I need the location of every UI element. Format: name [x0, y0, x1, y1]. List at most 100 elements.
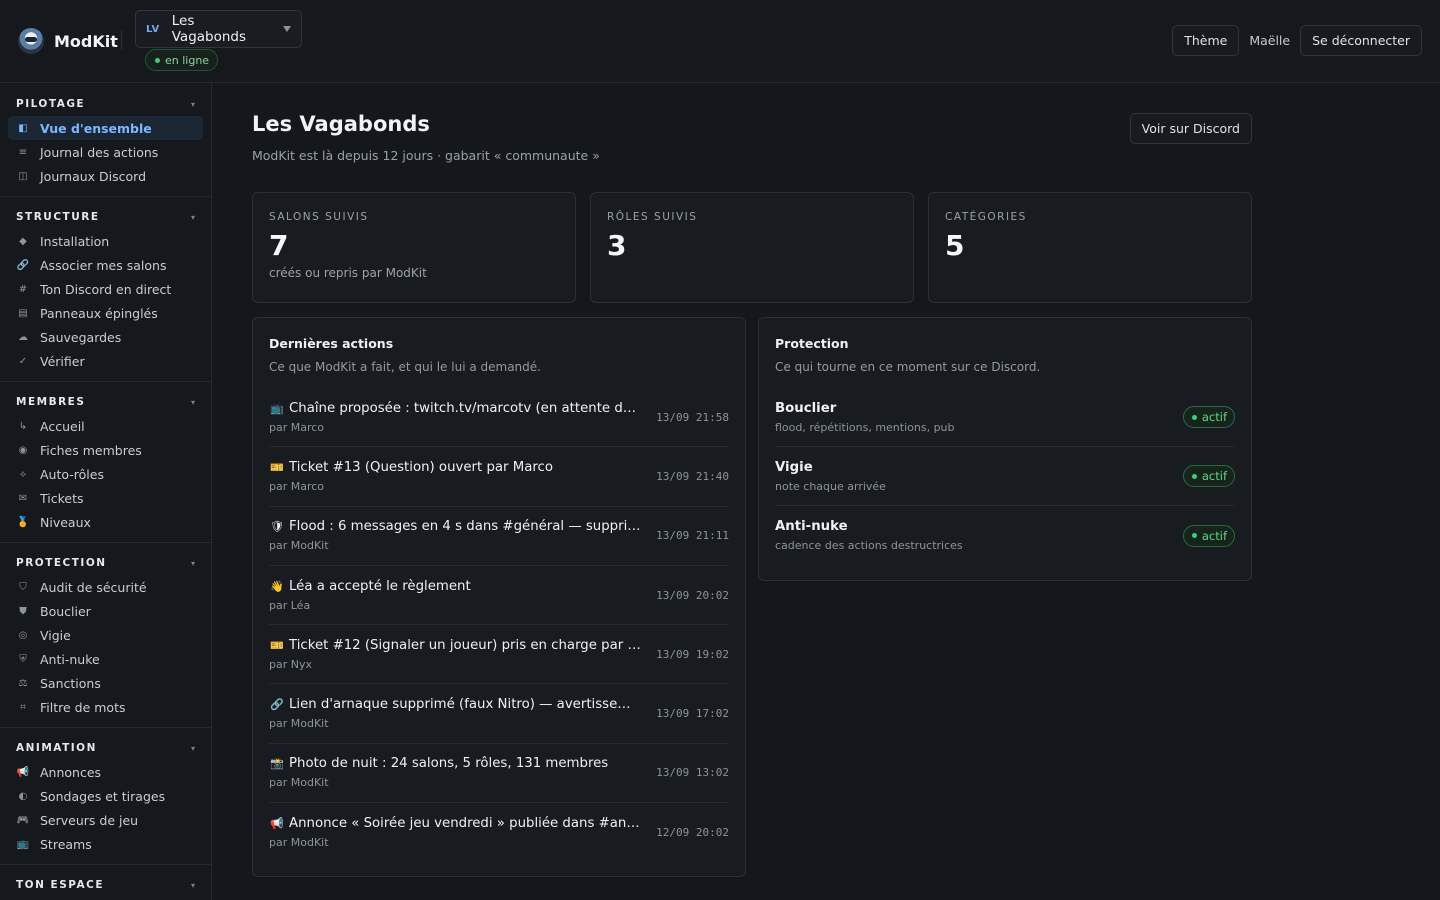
sidebar-item-anti-nuke[interactable]: ⛨ Anti-nuke	[8, 647, 203, 671]
action-type-icon: 📸	[270, 757, 284, 771]
action-body: 🛡 Flood : 6 messages en 4 s dans #général…	[269, 519, 656, 552]
action-timestamp: 13/09 17:02	[656, 707, 729, 721]
chevron-down-icon: ▾	[190, 743, 195, 753]
action-row[interactable]: 🎫 Ticket #13 (Question) ouvert par Marco p…	[269, 447, 729, 507]
action-text: 🎫 Ticket #12 (Signaler un joueur) pris en…	[269, 638, 641, 653]
sidebar-item-journaux-discord[interactable]: ◫ Journaux Discord	[8, 164, 203, 188]
protection-row-vigie[interactable]: Vigie note chaque arrivée actif	[775, 447, 1235, 506]
action-author: par Léa	[269, 598, 311, 612]
sidebar-section-header[interactable]: PROTECTION ▾	[8, 551, 203, 575]
top-actions: Thème Maëlle Se déconnecter	[1172, 25, 1422, 56]
action-body: 🔗 Lien d'arnaque supprimé (faux Nitro) — …	[269, 697, 656, 730]
sidebar-item-filtre-de-mots[interactable]: ⌗ Filtre de mots	[8, 695, 203, 719]
sidebar-item-fiches-membres[interactable]: ◉ Fiches membres	[8, 438, 203, 462]
stat-label: SALONS SUIVIS	[269, 211, 369, 223]
status-label: actif	[1201, 528, 1227, 543]
sidebar-item-sondages-et-tirages[interactable]: ◐ Sondages et tirages	[8, 784, 203, 808]
protection-row-bouclier[interactable]: Bouclier flood, répétitions, mentions, pu…	[775, 388, 1235, 447]
action-body: 🎫 Ticket #12 (Signaler un joueur) pris en…	[269, 638, 656, 671]
sidebar-item-label: Vigie	[40, 627, 71, 643]
panel-subtitle: Ce que ModKit a fait, et qui le lui a de…	[269, 360, 541, 374]
brand[interactable]: ModKit	[18, 28, 118, 54]
sidebar-item-label: Sanctions	[40, 675, 101, 691]
panel-subtitle: Ce qui tourne en ce moment sur ce Discor…	[775, 360, 1041, 374]
sidebar-item-label: Journal des actions	[40, 144, 159, 160]
sidebar-item-bouclier[interactable]: ⛊ Bouclier	[8, 599, 203, 623]
sidebar-item-annonces[interactable]: 📢 Annonces	[8, 760, 203, 784]
protection-info: Vigie note chaque arrivée	[775, 460, 886, 493]
action-row[interactable]: 🔗 Lien d'arnaque supprimé (faux Nitro) — …	[269, 684, 729, 744]
action-row[interactable]: 👋 Léa a accepté le règlement par Léa 13/09 …	[269, 566, 729, 626]
stat-card-categories: CATÉGORIES 5	[928, 192, 1252, 303]
action-text: 📺 Chaîne proposée : twitch.tv/marcotv (en…	[269, 401, 641, 416]
server-selector[interactable]: LV Les Vagabonds	[135, 10, 302, 48]
action-type-icon: 🛡	[270, 520, 284, 534]
protection-description: note chaque arrivée	[775, 479, 886, 493]
action-row[interactable]: 🛡 Flood : 6 messages en 4 s dans #général…	[269, 507, 729, 566]
sidebar-item-sauvegardes[interactable]: ☁ Sauvegardes	[8, 325, 203, 349]
sidebar-item-journal-des-actions[interactable]: ≡ Journal des actions	[8, 140, 203, 164]
protection-row-anti-nuke[interactable]: Anti-nuke cadence des actions destructric…	[775, 506, 1235, 565]
action-label: Chaîne proposée : twitch.tv/marcotv (en …	[289, 400, 641, 416]
server-name: Les Vagabonds	[171, 13, 247, 45]
view-on-discord-button[interactable]: Voir sur Discord	[1129, 113, 1252, 144]
sidebar-section-title: ANIMATION	[16, 742, 97, 754]
sidebar-section-header[interactable]: MEMBRES ▾	[8, 390, 203, 414]
fiches-membres-icon: ◉	[18, 444, 28, 456]
sidebar-item-label: Filtre de mots	[40, 699, 126, 715]
stat-label: RÔLES SUIVIS	[607, 211, 698, 223]
tickets-icon: ✉	[18, 492, 28, 504]
sidebar-item-label: Anti-nuke	[40, 651, 100, 667]
sidebar-item-associer-mes-salons[interactable]: 🔗 Associer mes salons	[8, 253, 203, 277]
stats-row: SALONS SUIVIS 7 créés ou repris par ModK…	[252, 192, 1252, 303]
sondages-et-tirages-icon: ◐	[18, 790, 28, 802]
sidebar-item-verifier[interactable]: ✓ Vérifier	[8, 349, 203, 373]
top-bar: ModKit LV Les Vagabonds en ligne Thème M…	[0, 0, 1440, 83]
action-row[interactable]: 📺 Chaîne proposée : twitch.tv/marcotv (en…	[269, 388, 729, 448]
recent-actions-panel: Dernières actions Ce que ModKit a fait, …	[252, 317, 746, 877]
action-label: Photo de nuit : 24 salons, 5 rôles, 131 …	[289, 756, 609, 772]
sanctions-icon: ⚖	[18, 677, 28, 689]
sidebar-section-header[interactable]: ANIMATION ▾	[8, 736, 203, 760]
protection-name: Anti-nuke	[775, 519, 848, 534]
stat-value: 7	[269, 229, 289, 262]
sidebar-item-audit-de-securite[interactable]: ⛉ Audit de sécurité	[8, 575, 203, 599]
logout-button[interactable]: Se déconnecter	[1300, 25, 1422, 56]
action-author: par ModKit	[269, 539, 329, 553]
sidebar-item-sanctions[interactable]: ⚖ Sanctions	[8, 671, 203, 695]
sidebar-item-tickets[interactable]: ✉ Tickets	[8, 486, 203, 510]
protection-description: cadence des actions destructrices	[775, 539, 963, 552]
sidebar-item-label: Bouclier	[40, 603, 91, 619]
sidebar-item-label: Sondages et tirages	[40, 788, 166, 804]
installation-icon: ◆	[19, 235, 27, 247]
sidebar-item-panneaux-epingles[interactable]: ▤ Panneaux épinglés	[8, 301, 203, 325]
theme-button[interactable]: Thème	[1172, 25, 1240, 56]
online-dot-icon	[155, 57, 160, 63]
protection-info: Bouclier flood, répétitions, mentions, pu…	[775, 401, 955, 434]
sidebar-item-vue-d-ensemble[interactable]: ◧ Vue d'ensemble	[8, 116, 203, 140]
action-text: 📸 Photo de nuit : 24 salons, 5 rôles, 131…	[269, 756, 641, 771]
sidebar-item-installation[interactable]: ◆ Installation	[8, 229, 203, 253]
sidebar-section-header[interactable]: TON ESPACE ▾	[8, 873, 203, 897]
sidebar-item-niveaux[interactable]: 🏅 Niveaux	[8, 510, 203, 534]
sidebar-section-header[interactable]: STRUCTURE ▾	[8, 205, 203, 229]
active-dot-icon	[1191, 533, 1197, 538]
associer-mes-salons-icon: 🔗	[16, 259, 30, 271]
sidebar-section-structure: STRUCTURE ▾ ◆ Installation 🔗 Associer mes sal…	[0, 205, 211, 373]
sidebar-item-serveurs-de-jeu[interactable]: 🎮 Serveurs de jeu	[8, 808, 203, 832]
user-name[interactable]: Maëlle	[1249, 33, 1290, 48]
journal-des-actions-icon: ≡	[18, 146, 28, 158]
stat-card-channels: SALONS SUIVIS 7 créés ou repris par ModK…	[252, 192, 576, 303]
action-row[interactable]: 📸 Photo de nuit : 24 salons, 5 rôles, 131…	[269, 744, 729, 804]
sidebar-item-ton-discord-en-direct[interactable]: # Ton Discord en direct	[8, 277, 203, 301]
action-row[interactable]: 📢 Annonce « Soirée jeu vendredi » publiée…	[269, 803, 729, 862]
action-row[interactable]: 🎫 Ticket #12 (Signaler un joueur) pris en…	[269, 625, 729, 685]
sidebar-item-streams[interactable]: 📺 Streams	[8, 832, 203, 856]
ton-discord-en-direct-icon: #	[18, 283, 28, 295]
sidebar-item-auto-roles[interactable]: ⟡ Auto-rôles	[8, 462, 203, 486]
sidebar-section-header[interactable]: PILOTAGE ▾	[8, 92, 203, 116]
sidebar-item-accueil[interactable]: ↳ Accueil	[8, 414, 203, 438]
action-text: 🔗 Lien d'arnaque supprimé (faux Nitro) — …	[269, 697, 641, 712]
sidebar-item-vigie[interactable]: ◎ Vigie	[8, 623, 203, 647]
action-author: par Marco	[269, 479, 325, 493]
